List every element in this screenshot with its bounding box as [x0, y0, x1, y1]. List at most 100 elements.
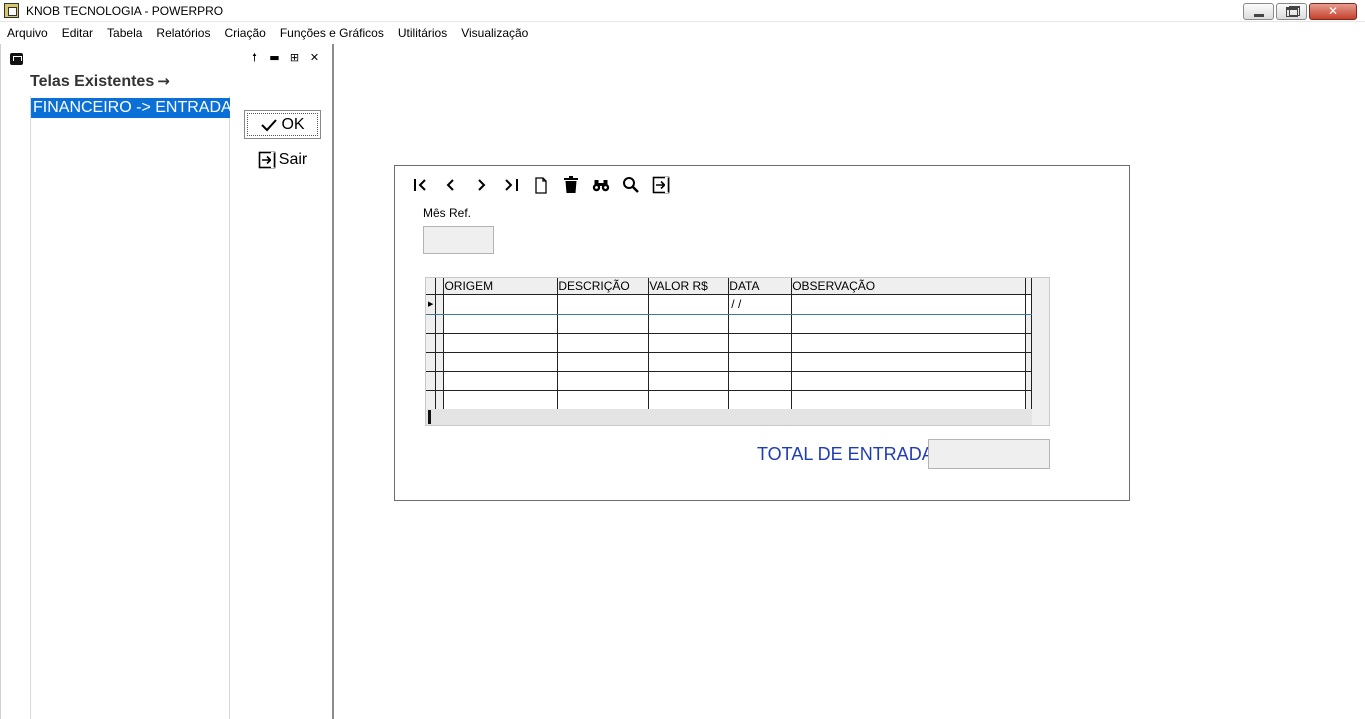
cell-origem[interactable]: [443, 390, 559, 410]
cell-data[interactable]: [728, 314, 793, 334]
cell-descricao[interactable]: [557, 371, 650, 391]
panel-heading-text: Telas Existentes: [30, 73, 155, 90]
column-header-data[interactable]: DATA: [728, 278, 793, 295]
panel-tools: 🠕 ▬ ⊞ ✕: [248, 51, 321, 65]
menu-criacao[interactable]: Criação: [217, 22, 272, 42]
row-indicator: ▶: [426, 294, 437, 315]
cell-origem[interactable]: [443, 371, 559, 391]
new-record-button[interactable]: [529, 174, 553, 196]
column-header-descricao[interactable]: DESCRIÇÃO: [557, 278, 650, 295]
panel-close-icon[interactable]: ✕: [308, 51, 321, 65]
arrow-right-icon: →: [157, 72, 170, 90]
window-title: KNOB TECNOLOGIA - POWERPRO: [26, 4, 224, 18]
ok-button[interactable]: OK: [244, 110, 321, 139]
screens-list[interactable]: FINANCEIRO -> ENTRADAS: [30, 96, 230, 719]
menu-tabela[interactable]: Tabela: [100, 22, 149, 42]
cell-origem[interactable]: [443, 293, 559, 315]
cell-observacao[interactable]: [791, 333, 1026, 353]
cell-observacao[interactable]: [791, 390, 1026, 410]
find-button[interactable]: [589, 174, 613, 196]
cell-filler: [1025, 333, 1033, 353]
cell-observacao[interactable]: [791, 314, 1026, 334]
column-header-origem[interactable]: ORIGEM: [443, 278, 559, 295]
mes-ref-label: Mês Ref.: [423, 206, 472, 220]
search-icon: [623, 177, 639, 193]
row-indicator: [426, 390, 437, 410]
first-record-button[interactable]: [409, 174, 433, 196]
table-row[interactable]: ▶ / /: [426, 293, 1033, 315]
grid-header-filler: [1025, 278, 1033, 295]
cell-descricao[interactable]: [557, 314, 650, 334]
table-row[interactable]: [426, 352, 1033, 372]
restore-icon: [1286, 6, 1300, 17]
menu-editar[interactable]: Editar: [55, 22, 100, 42]
table-row[interactable]: [426, 314, 1033, 334]
cell-origem[interactable]: [443, 333, 559, 353]
cell-valor[interactable]: [648, 333, 730, 353]
cell-filler: [1025, 371, 1033, 391]
cell-origem[interactable]: [443, 314, 559, 334]
cell-data[interactable]: / /: [728, 293, 793, 315]
cell-valor[interactable]: [648, 390, 730, 410]
new-document-icon: [535, 176, 547, 194]
previous-record-button[interactable]: [439, 174, 463, 196]
menu-visualizacao[interactable]: Visualização: [454, 22, 535, 42]
cell-valor[interactable]: [648, 352, 730, 372]
binoculars-icon: [592, 180, 610, 192]
cell-valor[interactable]: [648, 314, 730, 334]
cell-data[interactable]: [728, 333, 793, 353]
cell-observacao[interactable]: [791, 371, 1026, 391]
column-header-valor[interactable]: VALOR R$: [648, 278, 730, 295]
cell-descricao[interactable]: [557, 390, 650, 410]
list-item[interactable]: FINANCEIRO -> ENTRADAS: [31, 98, 230, 118]
ok-button-label: OK: [281, 115, 305, 133]
minimize-button[interactable]: [1243, 3, 1274, 20]
cell-filler: [1025, 390, 1033, 410]
cell-descricao[interactable]: [557, 352, 650, 372]
cell-valor[interactable]: [648, 293, 730, 315]
table-row[interactable]: [426, 371, 1033, 391]
cell-observacao[interactable]: [791, 293, 1026, 315]
mes-ref-input[interactable]: [423, 226, 494, 254]
sair-button-label: Sair: [278, 150, 308, 168]
exit-form-button[interactable]: [649, 174, 673, 196]
delete-record-button[interactable]: [559, 174, 583, 196]
row-indicator-2: [435, 294, 445, 315]
restore-button[interactable]: [1276, 3, 1307, 20]
panel-maximize-icon[interactable]: ▬: [268, 51, 281, 65]
cell-origem[interactable]: [443, 352, 559, 372]
menu-relatorios[interactable]: Relatórios: [149, 22, 217, 42]
panel-up-icon[interactable]: 🠕: [248, 51, 261, 65]
close-button[interactable]: ✕: [1309, 3, 1357, 20]
next-record-button[interactable]: [469, 174, 493, 196]
search-button[interactable]: [619, 174, 643, 196]
cell-descricao[interactable]: [557, 293, 650, 315]
last-record-button[interactable]: [499, 174, 523, 196]
menu-utilitarios[interactable]: Utilitários: [391, 22, 454, 42]
record-toolbar: [409, 174, 673, 196]
cell-descricao[interactable]: [557, 333, 650, 353]
sair-button[interactable]: Sair: [244, 145, 321, 174]
table-row[interactable]: [426, 333, 1033, 353]
cell-filler: [1025, 314, 1033, 334]
cell-valor[interactable]: [648, 371, 730, 391]
total-entradas-field: [928, 439, 1050, 469]
cell-data[interactable]: [728, 390, 793, 410]
menu-arquivo[interactable]: Arquivo: [0, 22, 55, 42]
cell-observacao[interactable]: [791, 352, 1026, 372]
close-icon: ✕: [1327, 4, 1339, 18]
menu-bar: Arquivo Editar Tabela Relatórios Criação…: [0, 22, 1365, 42]
table-row[interactable]: [426, 390, 1033, 410]
entradas-grid[interactable]: ORIGEM DESCRIÇÃO VALOR R$ DATA OBSERVAÇÃ…: [425, 277, 1050, 426]
cell-data[interactable]: [728, 352, 793, 372]
cell-data[interactable]: [728, 371, 793, 391]
grid-horizontal-scrollbar[interactable]: [426, 409, 1032, 425]
row-indicator-2: [435, 390, 445, 410]
column-header-observacao[interactable]: OBSERVAÇÃO: [791, 278, 1026, 295]
row-indicator-2: [435, 314, 445, 334]
grid-indicator-header: [426, 278, 437, 295]
trash-icon: [564, 176, 578, 193]
panel-box-icon: [10, 53, 23, 65]
menu-funcoes-graficos[interactable]: Funções e Gráficos: [273, 22, 391, 42]
panel-grid-icon[interactable]: ⊞: [288, 51, 301, 65]
